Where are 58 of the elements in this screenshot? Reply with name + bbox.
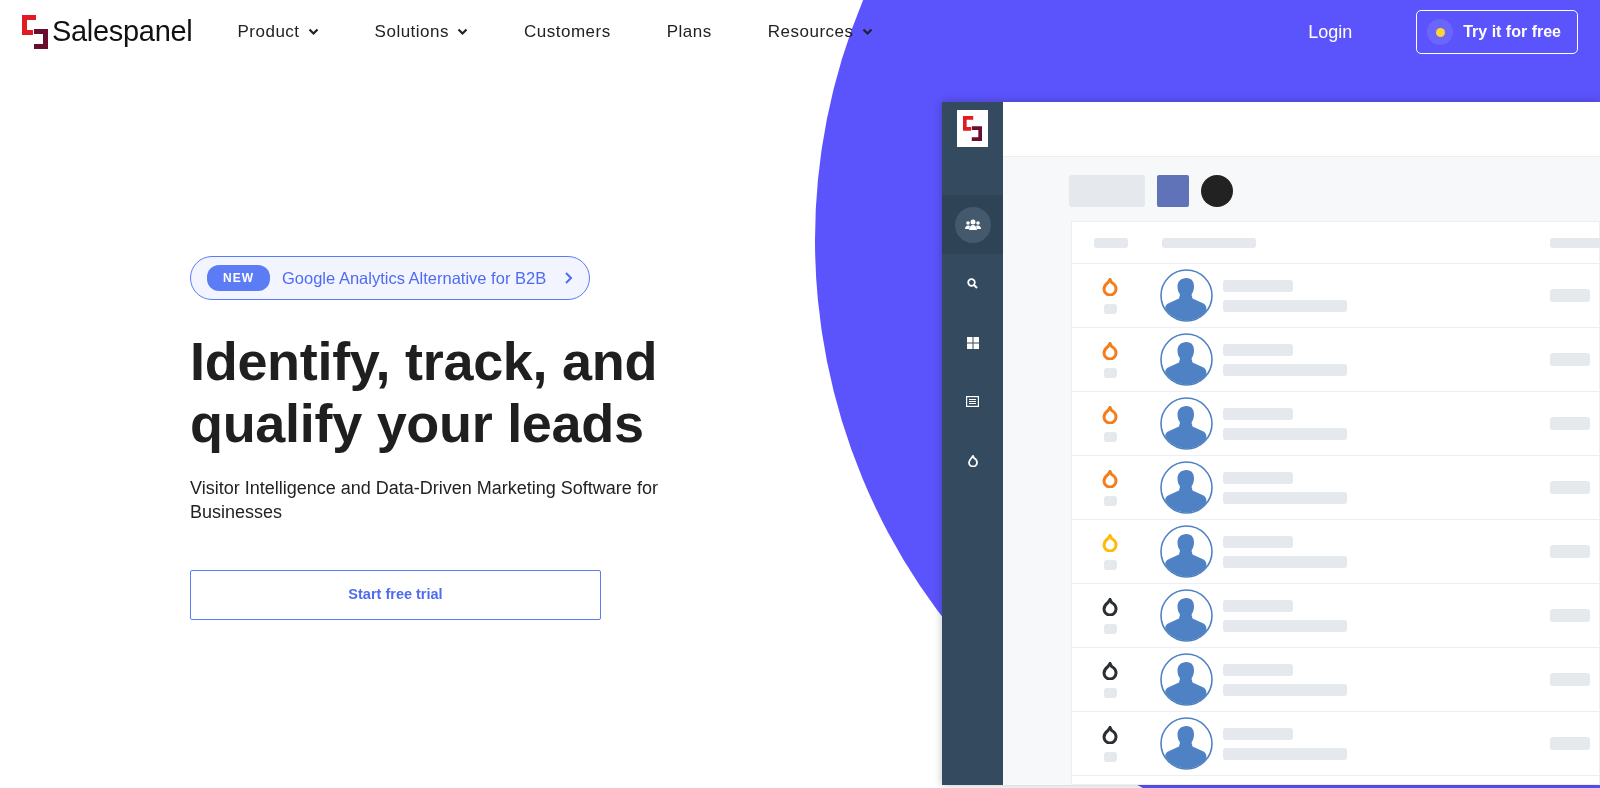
placeholder-bar	[1103, 303, 1117, 314]
start-trial-button[interactable]: Start free trial	[190, 570, 601, 620]
placeholder-bar	[1223, 471, 1293, 484]
search-icon	[967, 278, 978, 289]
avatar-silhouette-icon	[1160, 269, 1213, 322]
grid-icon	[966, 336, 979, 349]
avatar-silhouette-icon	[1160, 397, 1213, 450]
placeholder-bar	[1550, 673, 1590, 686]
people-icon	[964, 218, 981, 231]
header-placeholder	[1094, 237, 1128, 248]
placeholder-bar	[1223, 727, 1293, 740]
placeholder-bar	[1550, 289, 1590, 302]
login-link[interactable]: Login	[1308, 18, 1353, 46]
list-icon	[966, 396, 979, 407]
avatar-silhouette-icon	[1160, 589, 1213, 642]
square-button[interactable]	[1157, 175, 1189, 207]
placeholder-bar	[1103, 367, 1117, 378]
avatar-silhouette-icon	[1160, 525, 1213, 578]
nav-link[interactable]: Customers	[524, 19, 611, 45]
avatar-silhouette-icon	[1160, 461, 1213, 514]
avatar-silhouette-icon	[1160, 717, 1213, 770]
avatar-silhouette-icon	[1160, 653, 1213, 706]
placeholder-bar	[1550, 417, 1590, 430]
sidebar-item[interactable]	[942, 195, 1003, 254]
headline: Identify, track, and	[190, 330, 659, 392]
avatar-silhouette-icon	[1160, 333, 1213, 386]
logo-icon	[22, 15, 48, 49]
new-badge: NEW	[207, 265, 270, 291]
placeholder-bar	[1550, 353, 1590, 366]
placeholder-bar	[1223, 407, 1293, 420]
placeholder-bar	[1550, 481, 1590, 494]
placeholder-bar	[1103, 559, 1117, 570]
placeholder-bar	[1103, 495, 1117, 506]
chevron-right-icon	[564, 271, 574, 285]
nav-link[interactable]: Plans	[666, 19, 712, 45]
brand-name[interactable]: Salespanel	[52, 10, 193, 54]
nav-link[interactable]: Product	[237, 19, 319, 45]
try-free-button[interactable]: Try it for free	[1416, 10, 1578, 54]
placeholder-bar	[1103, 751, 1117, 762]
nav-link[interactable]: Solutions	[374, 19, 469, 45]
placeholder-bar	[1223, 663, 1293, 676]
headline: qualify your leads	[190, 392, 645, 454]
placeholder-bar	[1223, 535, 1293, 548]
subtitle: Visitor Intelligence and Data-Driven Marketing Software for Businesses	[190, 477, 659, 524]
placeholder-bar	[1550, 609, 1590, 622]
placeholder-bar	[1550, 737, 1590, 750]
flame-icon	[967, 454, 978, 467]
placeholder-bar	[1550, 545, 1590, 558]
placeholder-bar	[1223, 343, 1293, 356]
announcement-link[interactable]: NEW Google Analytics Alternative for B2B	[190, 256, 591, 300]
mockup-logo-icon	[957, 110, 988, 147]
placeholder-bar	[1223, 599, 1293, 612]
placeholder-bar	[1103, 431, 1117, 442]
announcement-text: Google Analytics Alternative for B2B	[282, 267, 547, 289]
round-button[interactable]	[1201, 175, 1233, 207]
placeholder-bar	[1103, 687, 1117, 698]
placeholder-bar	[1103, 623, 1117, 634]
placeholder-bar	[1223, 279, 1293, 292]
